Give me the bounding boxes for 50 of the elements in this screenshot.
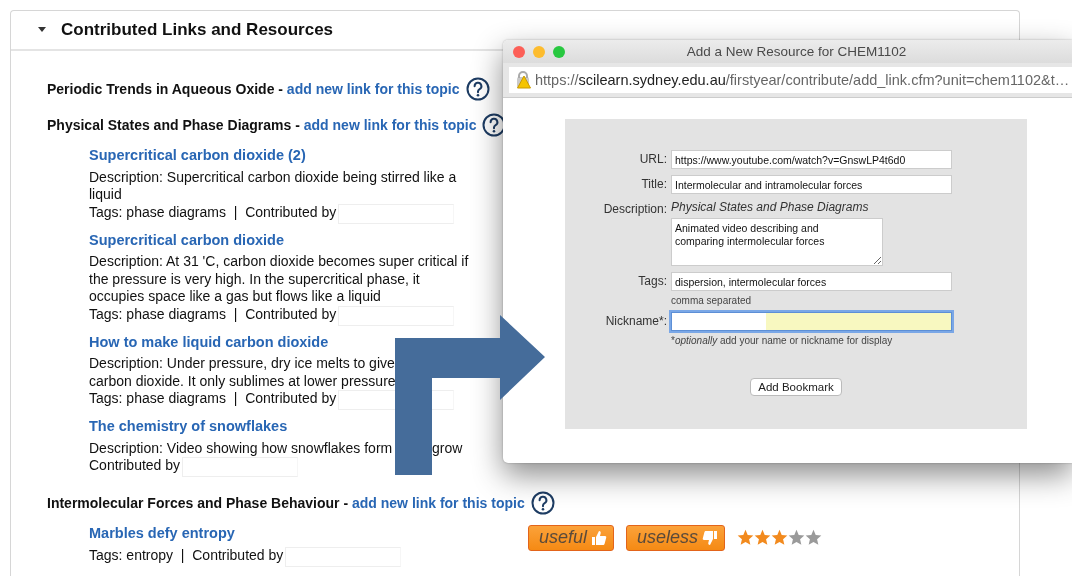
text-field[interactable]: https://www.youtube.com/watch?v=GnswLP4t6d0 xyxy=(671,150,952,169)
address-field[interactable]: https://scilearn.sydney.edu.au/firstyear/contribute/add_link.cfm?unit=chem1102&t… xyxy=(509,67,1072,93)
resource-link[interactable]: Supercritical carbon dioxide xyxy=(89,231,284,249)
resource-meta: Contributed by xyxy=(89,457,181,475)
warning-lock-icon xyxy=(515,71,531,89)
topic-heading: Physical States and Phase Diagrams - add new link for this topic xyxy=(47,117,477,133)
thumbs-up-icon xyxy=(591,529,608,546)
resource-description: Description: Under pressure, dry ice melts to give carbon dioxide. It only sublimes at lower pressure xyxy=(89,355,396,390)
useless-button[interactable]: useless xyxy=(626,524,726,551)
description-topic: Physical States and Phase Diagrams xyxy=(671,200,870,214)
resource-link[interactable]: Supercritical carbon dioxide (2) xyxy=(89,147,306,165)
filled-star-icon xyxy=(771,529,789,547)
field-label: Title: xyxy=(640,176,667,193)
thumbs-down-icon xyxy=(702,529,719,546)
help-icon[interactable] xyxy=(465,77,490,101)
add-bookmark-button[interactable]: Add Bookmark xyxy=(750,378,842,396)
resource-description: Description: Supercritical carbon dioxide being stirred like a liquid xyxy=(89,168,457,204)
topic-heading: Intermolecular Forces and Phase Behaviour - add new link for this topic xyxy=(47,495,525,511)
resource-description: Description: Video showing how snowflakes form xyxy=(89,439,394,457)
resource-description: Description: At 31 'C, carbon dioxide becomes super critical if the pressure is very high. In the supercritical phase, it occupies space like a gas but flows like a liquid xyxy=(89,253,469,306)
add-link[interactable]: add new link for this topic xyxy=(352,495,525,511)
panel-title: Contributed Links and Resources xyxy=(61,20,334,40)
resource-meta: Tags: phase diagrams | Contributed by xyxy=(89,305,337,323)
description-field[interactable]: Animated video describing and comparing intermolecular forces xyxy=(671,218,883,266)
resource-link[interactable]: Marbles defy entropy xyxy=(89,525,235,543)
resource-meta: Tags: phase diagrams | Contributed by xyxy=(89,390,337,408)
topic-heading: Periodic Trends in Aqueous Oxide - add new link for this topic xyxy=(47,81,460,97)
resource-description: grow xyxy=(432,439,464,457)
field-label: Nickname*: xyxy=(604,313,667,330)
field-hint: *optionally add your name or nickname for display xyxy=(671,335,894,346)
filled-star-icon xyxy=(737,529,755,547)
resource-meta: Tags: entropy | Contributed by xyxy=(89,546,284,564)
text-field[interactable] xyxy=(671,312,952,331)
field-label: Tags: xyxy=(637,273,667,290)
add-link[interactable]: add new link for this topic xyxy=(286,81,460,97)
help-icon[interactable] xyxy=(530,491,555,515)
resource-link[interactable]: The chemistry of snowflakes xyxy=(89,418,288,436)
field-hint: comma separated xyxy=(671,295,753,306)
window-title: Add a New Resource for CHEM1102 xyxy=(685,44,908,59)
resource-meta: Tags: phase diagrams | Contributed by xyxy=(89,203,337,221)
useful-button[interactable]: useful xyxy=(528,524,615,551)
field-label: URL: xyxy=(638,151,667,168)
field-label: Description: xyxy=(602,201,667,218)
add-link[interactable]: add new link for this topic xyxy=(303,117,477,133)
text-field[interactable]: dispersion, intermolecular forces xyxy=(671,272,952,291)
caret-icon[interactable] xyxy=(37,26,47,34)
filled-star-icon xyxy=(754,529,772,547)
text-field[interactable]: Intermolecular and intramolecular forces xyxy=(671,175,952,194)
arrow-icon xyxy=(395,315,545,475)
resource-link[interactable]: How to make liquid carbon dioxide xyxy=(89,333,329,351)
